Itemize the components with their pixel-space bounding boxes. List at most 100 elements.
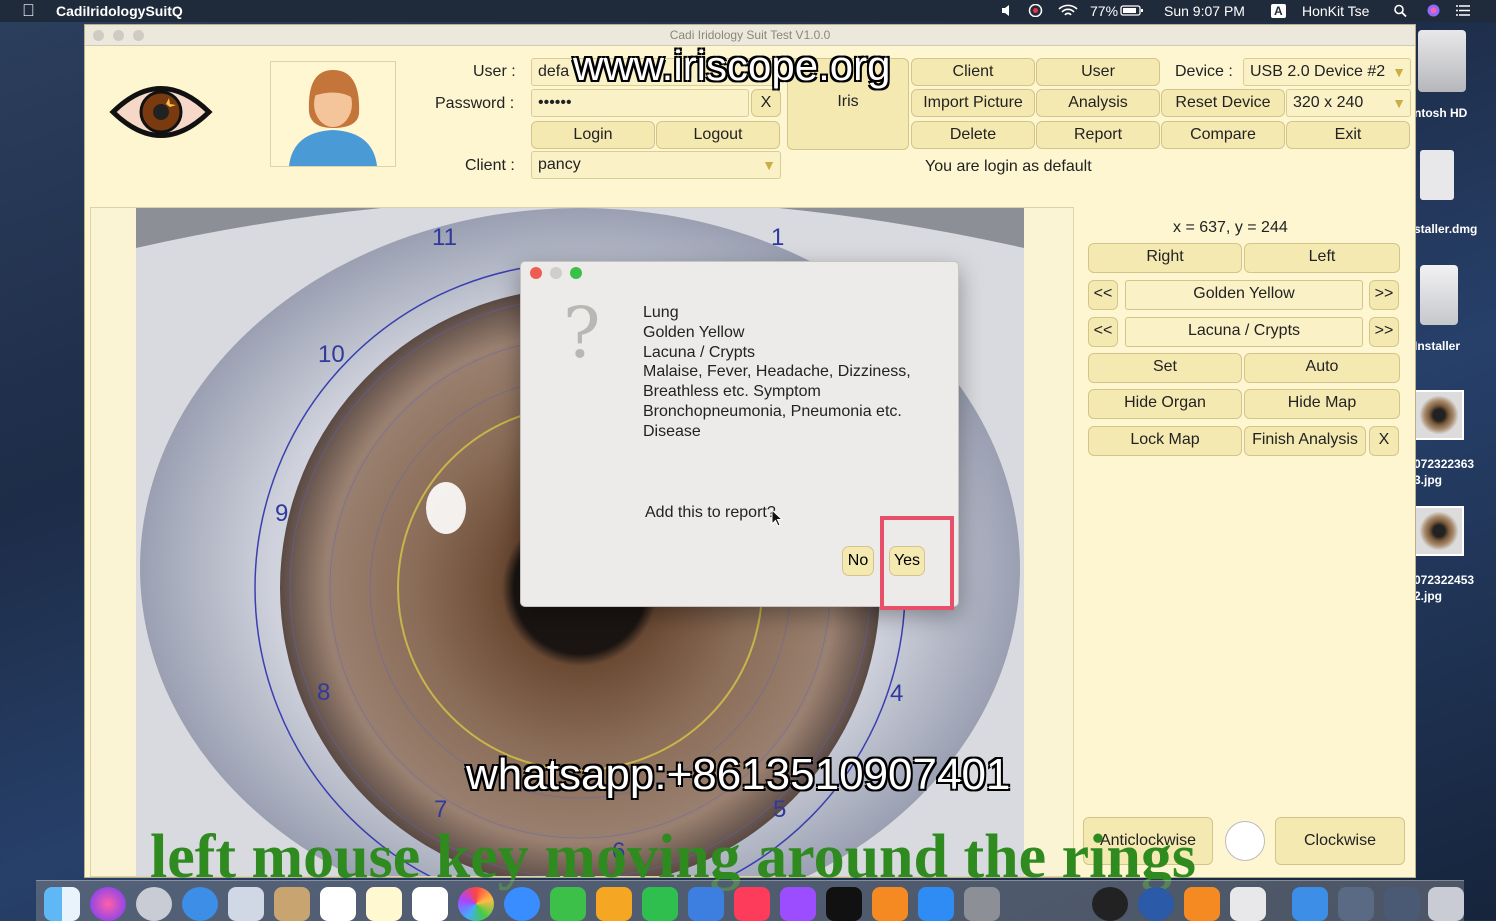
color-next-button[interactable]: >> (1369, 280, 1399, 310)
password-input[interactable]: •••••• (531, 89, 749, 117)
wifi-icon[interactable] (1058, 4, 1078, 17)
close-dialog-button[interactable] (530, 267, 542, 279)
right-eye-button[interactable]: Right (1088, 243, 1242, 273)
system-preferences-icon[interactable] (964, 887, 1000, 921)
network-status-icon[interactable] (1028, 4, 1043, 17)
analysis-button[interactable]: Analysis (1036, 89, 1160, 117)
menubar-user[interactable]: HonKit Tse (1302, 3, 1369, 19)
desktop-label-image-1: 072322363 3.jpg (1414, 457, 1475, 487)
installer-drive-icon[interactable] (1420, 265, 1458, 325)
no-button[interactable]: No (842, 546, 874, 576)
hard-drive-icon[interactable] (1418, 30, 1466, 92)
report-button[interactable]: Report (1036, 121, 1160, 149)
rotation-dial[interactable] (1225, 821, 1265, 861)
clock-label-7: 7 (434, 796, 448, 823)
dialog-line: Lung (643, 304, 679, 321)
device-select[interactable]: USB 2.0 Device #2 ▼ (1243, 58, 1411, 86)
battery-percent: 77% (1090, 3, 1119, 19)
app-store-icon[interactable] (918, 887, 954, 921)
mouse-cursor-icon (771, 509, 783, 527)
battery-icon[interactable] (1120, 4, 1144, 17)
books-icon[interactable] (872, 887, 908, 921)
user-button[interactable]: User (1036, 58, 1160, 86)
siri-icon[interactable] (90, 887, 126, 921)
dialog-line: Breathless etc. Symptom (643, 383, 821, 400)
contacts-icon[interactable] (274, 887, 310, 921)
dmg-file-icon[interactable] (1420, 150, 1454, 200)
clock-label-10: 10 (318, 341, 345, 368)
exit-button[interactable]: Exit (1286, 121, 1410, 149)
menubar-clock[interactable]: Sun 9:07 PM (1164, 3, 1245, 19)
hide-map-button[interactable]: Hide Map (1244, 389, 1400, 419)
facetime-icon[interactable] (550, 887, 586, 921)
close-analysis-button[interactable]: X (1369, 426, 1399, 456)
import-picture-button[interactable]: Import Picture (911, 89, 1035, 117)
iris-image-thumbnail[interactable] (1414, 390, 1464, 440)
login-button[interactable]: Login (531, 121, 655, 149)
calendar-icon[interactable] (320, 887, 356, 921)
client-button[interactable]: Client (911, 58, 1035, 86)
clear-password-button[interactable]: X (751, 89, 781, 117)
color-prev-button[interactable]: << (1088, 280, 1118, 310)
app-menu-name[interactable]: CadiIridologySuitQ (56, 3, 183, 19)
iris-image-thumbnail[interactable] (1414, 506, 1464, 556)
notes-icon[interactable] (366, 887, 402, 921)
spotlight-search-icon[interactable] (1393, 4, 1408, 17)
launchpad-icon[interactable] (136, 887, 172, 921)
siri-icon[interactable] (1426, 4, 1441, 17)
obs-icon[interactable] (1092, 887, 1128, 921)
compare-button[interactable]: Compare (1161, 121, 1285, 149)
messages-icon[interactable] (504, 887, 540, 921)
notification-center-icon[interactable] (1456, 4, 1471, 17)
user-avatar[interactable] (270, 61, 396, 167)
dialog-question: Add this to report? (645, 504, 776, 521)
trash-icon[interactable] (1428, 887, 1464, 921)
screenshot-stack-icon[interactable] (1338, 887, 1374, 921)
delete-button[interactable]: Delete (911, 121, 1035, 149)
clockwise-button[interactable]: Clockwise (1275, 817, 1405, 865)
app-logo-eye-icon (109, 86, 213, 138)
auto-button[interactable]: Auto (1244, 353, 1400, 383)
user-avatar-icon (289, 70, 377, 166)
photos-icon[interactable] (458, 887, 494, 921)
sign-prev-button[interactable]: << (1088, 317, 1118, 347)
color-value-field[interactable]: Golden Yellow (1125, 280, 1363, 310)
cursor-coordinates: x = 637, y = 244 (1173, 219, 1288, 236)
volume-icon[interactable] (1000, 4, 1015, 17)
document-icon[interactable] (1230, 887, 1266, 921)
finish-analysis-button[interactable]: Finish Analysis (1244, 426, 1366, 456)
downloads-stack-icon[interactable] (1292, 887, 1328, 921)
sign-next-button[interactable]: >> (1369, 317, 1399, 347)
zoom-dialog-button[interactable] (570, 267, 582, 279)
client-select[interactable]: pancy ▼ (531, 151, 781, 179)
safari-icon[interactable] (182, 887, 218, 921)
chevron-down-icon: ▼ (1390, 59, 1406, 85)
hide-organ-button[interactable]: Hide Organ (1088, 389, 1242, 419)
clock-label-9: 9 (275, 500, 289, 527)
apple-icon[interactable]:  (22, 1, 35, 21)
logout-button[interactable]: Logout (656, 121, 780, 149)
input-source-icon[interactable]: A (1271, 4, 1286, 18)
music-icon[interactable] (734, 887, 770, 921)
tv-icon[interactable] (826, 887, 862, 921)
set-button[interactable]: Set (1088, 353, 1242, 383)
minimize-dialog-button[interactable] (550, 267, 562, 279)
network-app-icon[interactable] (1138, 887, 1174, 921)
vlc-icon[interactable] (1184, 887, 1220, 921)
sign-value-field[interactable]: Lacuna / Crypts (1125, 317, 1363, 347)
resolution-select[interactable]: 320 x 240 ▼ (1286, 89, 1411, 117)
website-watermark: www.iriscope.org (573, 42, 891, 89)
client-select-value: pancy (538, 156, 581, 173)
screenshot-stack-icon[interactable] (1384, 887, 1420, 921)
left-eye-button[interactable]: Left (1244, 243, 1400, 273)
numbers-icon[interactable] (642, 887, 678, 921)
clock-label-4: 4 (890, 680, 904, 707)
finder-icon[interactable] (44, 887, 80, 921)
pages-icon[interactable] (596, 887, 632, 921)
reminders-icon[interactable] (412, 887, 448, 921)
reset-device-button[interactable]: Reset Device (1161, 89, 1285, 117)
lock-map-button[interactable]: Lock Map (1088, 426, 1242, 456)
mail-icon[interactable] (228, 887, 264, 921)
keynote-icon[interactable] (688, 887, 724, 921)
podcasts-icon[interactable] (780, 887, 816, 921)
